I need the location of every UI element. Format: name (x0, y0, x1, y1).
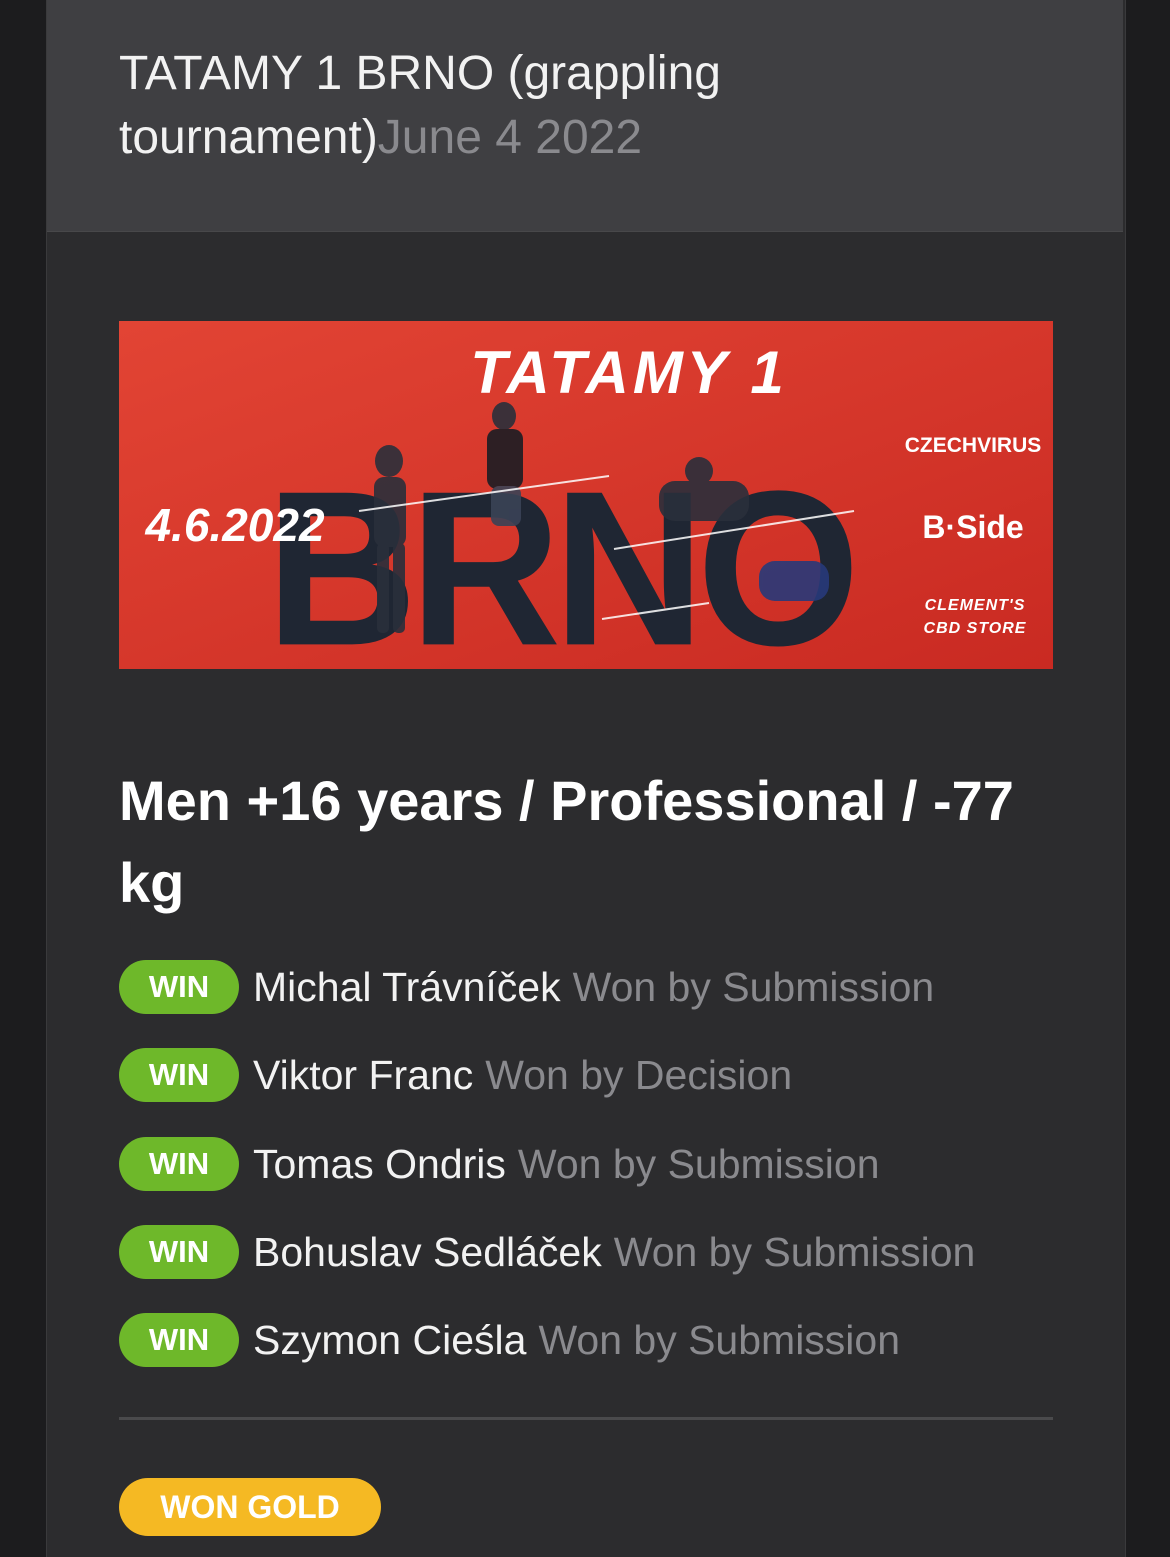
match-method: Won by Submission (572, 963, 935, 1010)
event-banner-image: BRNO TATAMY 1 4.6.2022 CZECHVIRUS B·Side… (119, 321, 1053, 669)
division-title: Men +16 years / Professional / -77 kg (119, 769, 1014, 914)
win-badge: WIN (119, 960, 239, 1014)
opponent-name[interactable]: Szymon Cieśla (253, 1317, 526, 1364)
sponsor-cbd-store: CBD STORE (924, 620, 1027, 637)
event-date: June 4 2022 (377, 111, 643, 164)
match-row[interactable]: WIN Viktor Franc Won by Decision (119, 1047, 792, 1103)
sponsor-clements: CLEMENT'S (925, 597, 1026, 614)
match-method: Won by Submission (613, 1228, 976, 1275)
match-row[interactable]: WIN Michal Trávníček Won by Submission (119, 959, 934, 1015)
match-row[interactable]: WIN Bohuslav Sedláček Won by Submission (119, 1224, 975, 1280)
match-method: Won by Decision (485, 1051, 793, 1098)
win-badge: WIN (119, 1048, 239, 1102)
match-row[interactable]: WIN Szymon Cieśla Won by Submission (119, 1312, 900, 1368)
banner-graphic: BRNO TATAMY 1 4.6.2022 CZECHVIRUS B·Side… (119, 321, 1053, 669)
banner-city-text: BRNO (266, 445, 852, 669)
opponent-name[interactable]: Michal Trávníček (253, 964, 561, 1011)
opponent-name[interactable]: Tomas Ondris (253, 1141, 506, 1188)
win-badge: WIN (119, 1313, 239, 1367)
sponsor-czechvirus: CZECHVIRUS (905, 434, 1042, 457)
banner-logo-text: TATAMY 1 (470, 339, 788, 406)
event-header[interactable]: TATAMY 1 BRNO (grappling tournament)June… (47, 0, 1123, 232)
match-method: Won by Submission (538, 1316, 901, 1363)
event-title: TATAMY 1 BRNO (grappling tournament)June… (119, 42, 1019, 170)
opponent-name[interactable]: Bohuslav Sedláček (253, 1229, 602, 1276)
match-method: Won by Submission (517, 1140, 880, 1187)
opponent-name[interactable]: Viktor Franc (253, 1052, 473, 1099)
event-card: TATAMY 1 BRNO (grappling tournament)June… (46, 0, 1126, 1557)
match-row[interactable]: WIN Tomas Ondris Won by Submission (119, 1136, 880, 1192)
sponsor-bside: B·Side (922, 509, 1023, 545)
gold-medal-badge: WON GOLD (119, 1478, 381, 1536)
win-badge: WIN (119, 1137, 239, 1191)
banner-date-text: 4.6.2022 (144, 499, 324, 551)
section-divider (119, 1417, 1053, 1420)
win-badge: WIN (119, 1225, 239, 1279)
